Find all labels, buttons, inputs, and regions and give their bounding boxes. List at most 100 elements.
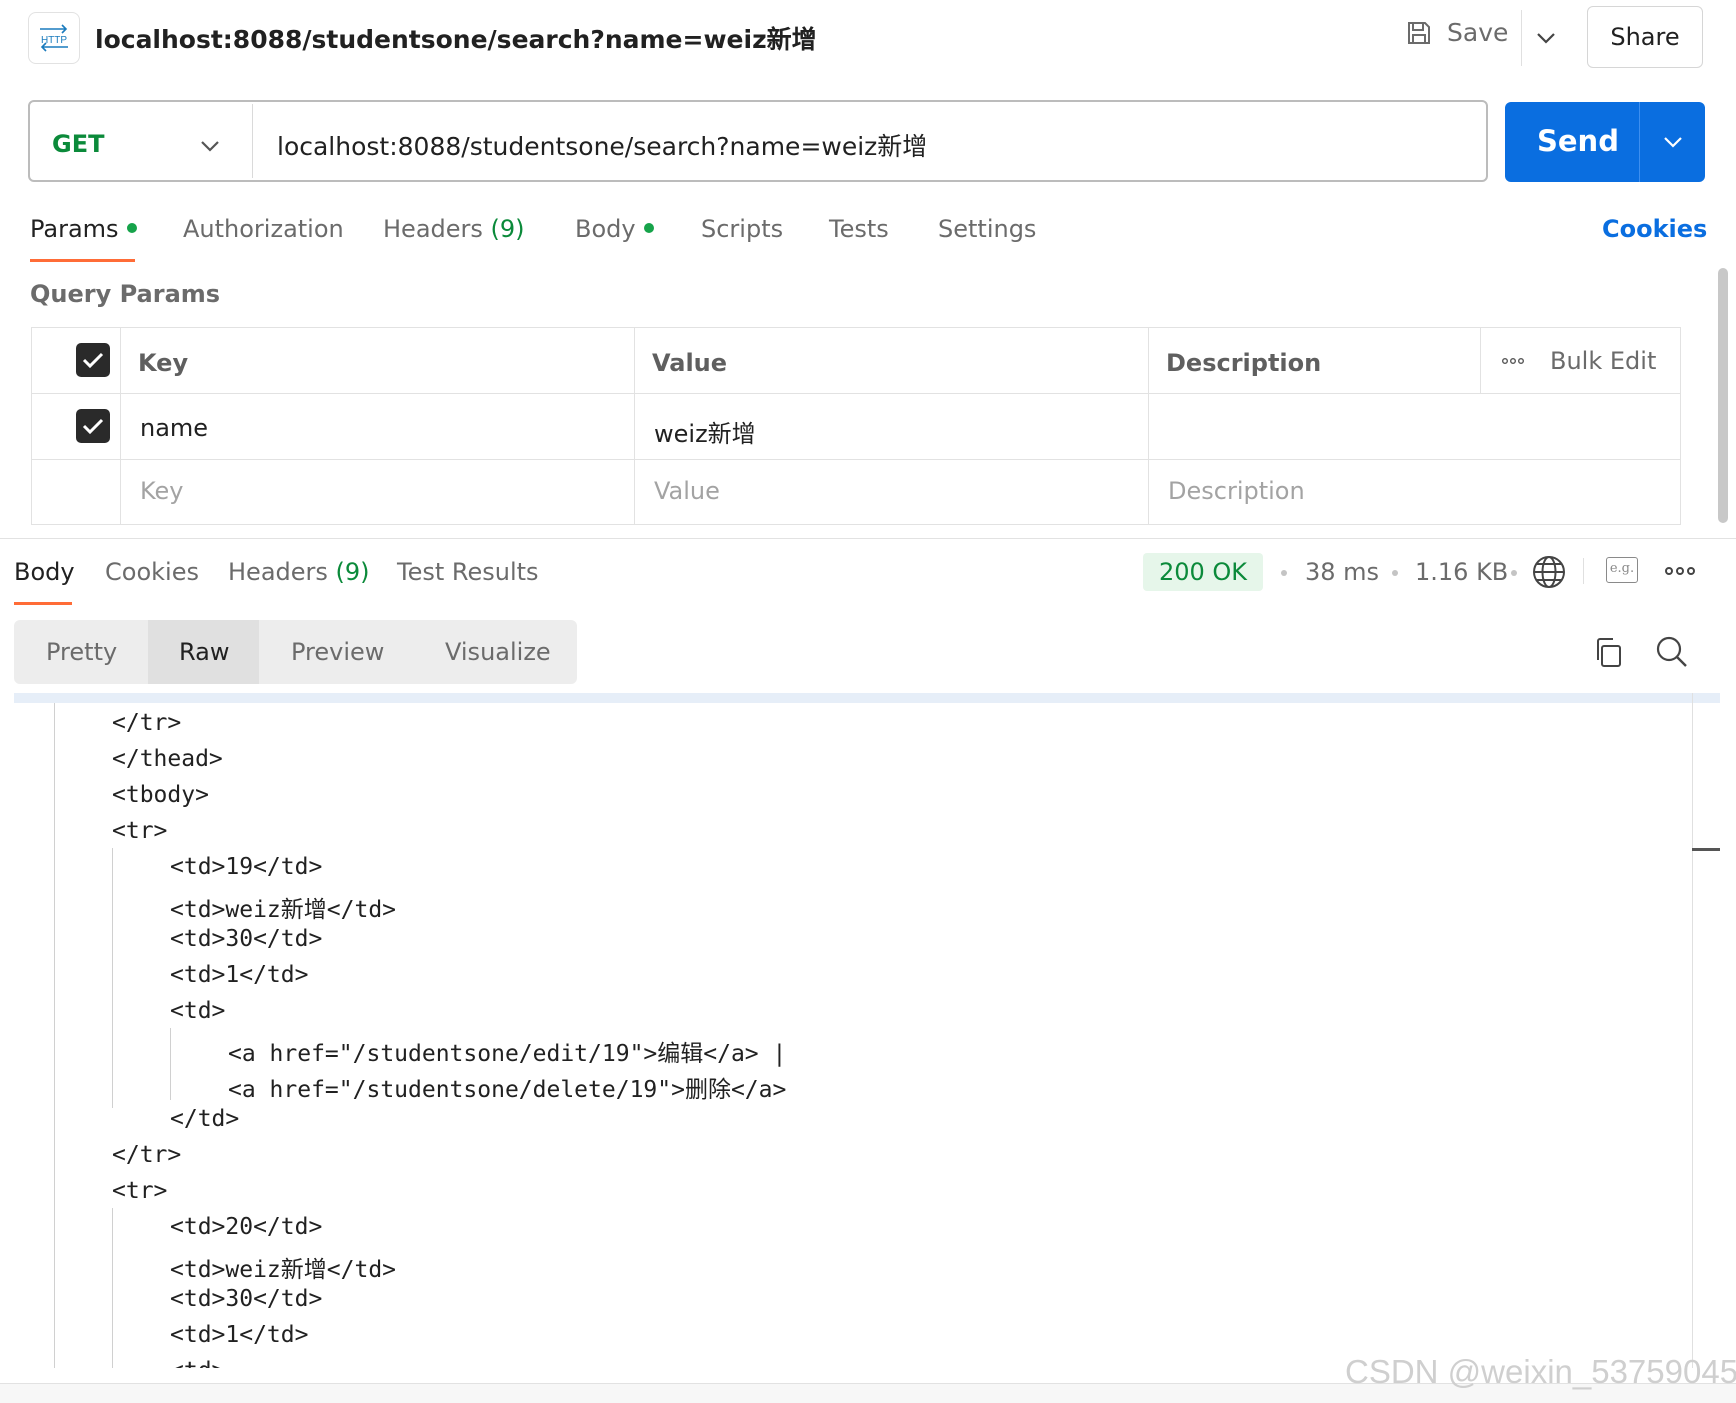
column-header-key: Key xyxy=(138,349,189,377)
row-enabled-checkbox[interactable] xyxy=(76,409,110,443)
save-button[interactable]: Save xyxy=(1405,18,1508,47)
code-line: <td> xyxy=(170,998,226,1024)
tab-settings[interactable]: Settings xyxy=(938,215,1036,243)
method-select[interactable]: GET xyxy=(52,130,104,158)
http-icon: HTTP xyxy=(28,12,80,64)
code-line: <td>19</td> xyxy=(170,854,323,880)
response-tab-test-results[interactable]: Test Results xyxy=(397,558,539,586)
code-line: </thead> xyxy=(112,746,223,772)
view-mode-visualize[interactable]: Visualize xyxy=(445,638,551,666)
network-globe-icon[interactable] xyxy=(1532,555,1566,589)
param-value-cell[interactable]: weiz新增 xyxy=(654,414,756,449)
code-line: </tr> xyxy=(112,1142,182,1168)
search-icon[interactable] xyxy=(1655,635,1689,669)
tab-tests[interactable]: Tests xyxy=(829,215,889,243)
response-tab-body[interactable]: Body xyxy=(14,558,75,586)
indent-guide xyxy=(112,1208,113,1368)
table-col-divider xyxy=(1480,327,1481,393)
view-mode-preview[interactable]: Preview xyxy=(291,638,384,666)
response-time[interactable]: 38 ms xyxy=(1305,558,1379,586)
meta-divider xyxy=(1583,558,1584,584)
new-description-input[interactable]: Description xyxy=(1168,477,1305,505)
active-tab-underline xyxy=(30,259,135,262)
column-header-value: Value xyxy=(652,349,728,377)
tab-scripts[interactable]: Scripts xyxy=(701,215,783,243)
url-input[interactable]: localhost:8088/studentsone/search?name=w… xyxy=(277,127,927,163)
view-mode-raw[interactable]: Raw xyxy=(179,638,229,666)
tab-headers[interactable]: Headers (9) xyxy=(383,215,525,243)
minimap-viewport-marker[interactable] xyxy=(1692,848,1720,851)
column-header-description: Description xyxy=(1166,349,1322,377)
send-divider xyxy=(1639,102,1640,182)
code-minimap-divider xyxy=(1692,693,1693,1368)
code-line: </tr> xyxy=(112,710,182,736)
new-value-input[interactable]: Value xyxy=(654,477,720,505)
more-options-icon[interactable] xyxy=(1665,566,1695,576)
new-key-input[interactable]: Key xyxy=(140,477,184,505)
copy-icon[interactable] xyxy=(1592,636,1624,670)
code-line: <td>1</td> xyxy=(170,1322,309,1348)
code-line: <td>weiz新增</td> xyxy=(170,897,397,923)
indent-guide xyxy=(170,1028,171,1100)
code-line: <a href="/studentsone/delete/19">删除</a> xyxy=(228,1077,787,1103)
code-line: <td>1</td> xyxy=(170,962,309,988)
code-line: <tr> xyxy=(112,1178,168,1204)
meta-separator xyxy=(1392,570,1398,576)
request-title[interactable]: localhost:8088/studentsone/search?name=w… xyxy=(95,20,817,56)
save-as-example-icon[interactable]: e.g. xyxy=(1606,557,1638,583)
query-params-title: Query Params xyxy=(30,280,221,308)
code-line: <td>30</td> xyxy=(170,1286,323,1312)
more-options-icon[interactable] xyxy=(1502,357,1524,365)
save-options-chevron-down-icon[interactable] xyxy=(1526,18,1566,58)
response-tab-headers[interactable]: Headers (9) xyxy=(228,558,370,586)
meta-separator xyxy=(1281,570,1287,576)
param-key-cell[interactable]: name xyxy=(140,414,208,442)
tab-authorization[interactable]: Authorization xyxy=(183,215,344,243)
save-label: Save xyxy=(1447,18,1509,47)
tab-params[interactable]: Params xyxy=(30,215,137,243)
url-divider xyxy=(252,104,253,178)
response-code-viewer[interactable]: </tr> </thead> <tbody> <tr> <td>19</td> … xyxy=(14,703,1694,1368)
response-size[interactable]: 1.16 KB xyxy=(1415,558,1508,586)
watermark: CSDN @weixin_53759045 xyxy=(1345,1353,1736,1390)
view-mode-pretty[interactable]: Pretty xyxy=(46,638,117,666)
table-divider xyxy=(31,393,1681,394)
response-tab-cookies[interactable]: Cookies xyxy=(105,558,199,586)
code-line: </td> xyxy=(170,1106,240,1132)
cookies-link[interactable]: Cookies xyxy=(1602,215,1707,243)
indent-guide xyxy=(112,848,113,1108)
method-chevron-down-icon[interactable] xyxy=(190,126,230,166)
table-col-divider xyxy=(1148,327,1149,525)
code-line: <td> xyxy=(170,1358,225,1368)
code-line: <td>30</td> xyxy=(170,926,323,952)
params-active-dot xyxy=(126,223,137,233)
table-divider xyxy=(31,459,1681,460)
code-line: <tbody> xyxy=(112,782,209,808)
bulk-edit-label[interactable]: Bulk Edit xyxy=(1550,347,1656,375)
header-divider xyxy=(1521,10,1522,66)
response-active-tab-underline xyxy=(14,602,72,605)
code-line: <td>weiz新增</td> xyxy=(170,1257,397,1283)
status-badge[interactable]: 200 OK xyxy=(1143,553,1263,591)
select-all-checkbox[interactable] xyxy=(76,343,110,377)
send-label[interactable]: Send xyxy=(1537,124,1619,158)
tab-body[interactable]: Body xyxy=(575,215,654,243)
save-icon xyxy=(1405,19,1433,47)
headers-count: (9) xyxy=(490,215,525,243)
meta-separator xyxy=(1511,570,1517,576)
body-active-dot xyxy=(643,223,654,233)
indent-guide xyxy=(54,703,55,1368)
table-col-divider xyxy=(120,327,121,525)
param-description-cell[interactable] xyxy=(1166,414,1466,444)
share-button[interactable]: Share xyxy=(1587,6,1703,68)
code-line: <td>20</td> xyxy=(170,1214,323,1240)
response-headers-count: (9) xyxy=(335,558,370,586)
bulk-edit-button[interactable]: Bulk Edit xyxy=(1502,347,1656,375)
table-col-divider xyxy=(634,327,635,525)
code-line: <a href="/studentsone/edit/19">编辑</a> | xyxy=(228,1041,787,1067)
pane-splitter[interactable] xyxy=(0,538,1736,539)
code-line: <tr> xyxy=(112,818,168,844)
request-scrollbar[interactable] xyxy=(1718,268,1728,523)
send-options-chevron-down-icon[interactable] xyxy=(1653,122,1693,162)
code-top-highlight xyxy=(14,693,1720,703)
